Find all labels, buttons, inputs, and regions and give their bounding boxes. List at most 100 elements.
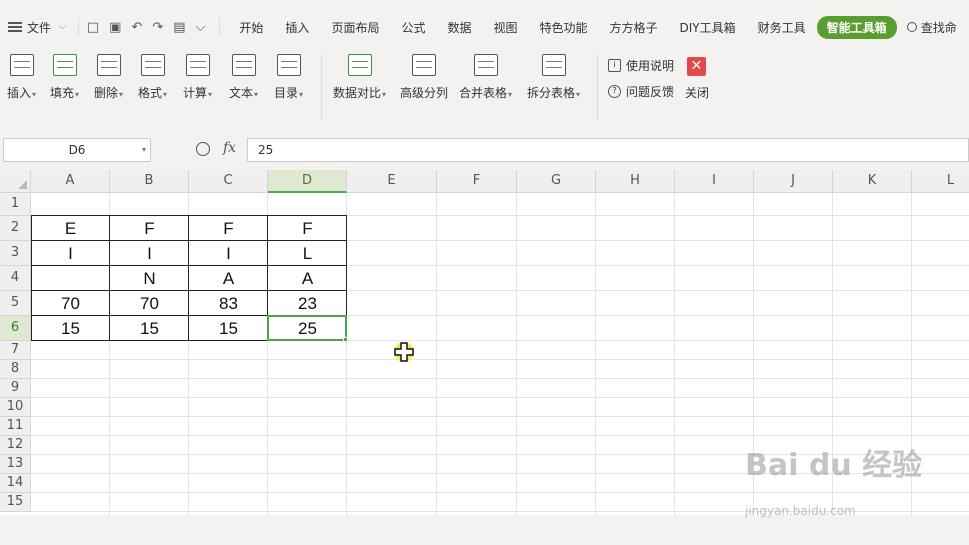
cell-A4[interactable] xyxy=(31,266,110,291)
ribbon-button-4[interactable]: 计算▾ xyxy=(183,54,212,101)
ribbon-button-1[interactable]: 填充▾ xyxy=(50,54,79,101)
formula-input[interactable]: 25 xyxy=(247,138,969,162)
row-header-10[interactable]: 10 xyxy=(0,398,31,417)
row-header-2[interactable]: 2 xyxy=(0,216,31,241)
zoom-icon[interactable] xyxy=(196,142,210,156)
cell-A6[interactable]: 15 xyxy=(31,316,110,341)
column-header-L[interactable]: L xyxy=(912,170,969,193)
fill-handle[interactable] xyxy=(343,337,348,342)
row-header-14[interactable]: 14 xyxy=(0,474,31,493)
ribbon-button-6[interactable]: 目录▾ xyxy=(274,54,303,101)
column-header-A[interactable]: A xyxy=(31,170,110,193)
cell-B6[interactable]: 15 xyxy=(110,316,189,341)
grid-line xyxy=(31,435,969,436)
tab-8[interactable]: DIY工具箱 xyxy=(669,19,747,36)
cell-D2[interactable]: F xyxy=(268,216,347,241)
cell-D4[interactable]: A xyxy=(268,266,347,291)
column-header-F[interactable]: F xyxy=(437,170,517,193)
hamburger-icon[interactable] xyxy=(8,22,22,32)
ribbon-button-8[interactable]: 高级分列 xyxy=(400,54,448,101)
column-header-C[interactable]: C xyxy=(189,170,268,193)
fx-icon[interactable]: fx xyxy=(223,140,236,156)
ribbon-button-10[interactable]: 拆分表格▾ xyxy=(527,54,580,101)
cell-D3[interactable]: L xyxy=(268,241,347,266)
column-header-E[interactable]: E xyxy=(347,170,437,193)
active-cell-border[interactable] xyxy=(267,315,347,341)
cell-C1[interactable] xyxy=(189,193,268,216)
cell-C5[interactable]: 83 xyxy=(189,291,268,316)
tab-4[interactable]: 数据 xyxy=(436,19,482,36)
cell-D1[interactable] xyxy=(268,193,347,216)
undo-icon[interactable]: ↶ xyxy=(131,20,142,35)
tab-7[interactable]: 方方格子 xyxy=(599,19,669,36)
tab-9[interactable]: 财务工具 xyxy=(747,19,817,36)
name-box[interactable]: D6 ▾ xyxy=(3,138,151,162)
save-icon[interactable]: ▣ xyxy=(109,20,121,35)
column-header-I[interactable]: I xyxy=(675,170,754,193)
column-header-K[interactable]: K xyxy=(833,170,912,193)
file-menu-label[interactable]: 文件 xyxy=(27,19,51,36)
cell-B2[interactable]: F xyxy=(110,216,189,241)
row-header-11[interactable]: 11 xyxy=(0,417,31,436)
column-header-G[interactable]: G xyxy=(517,170,596,193)
chevron-down-icon[interactable]: ⌵ xyxy=(59,22,66,32)
ribbon-button-2[interactable]: 删除▾ xyxy=(94,54,123,101)
tab-5[interactable]: 视图 xyxy=(482,19,528,36)
row-header-8[interactable]: 8 xyxy=(0,360,31,379)
search-command[interactable]: 查找命 xyxy=(906,19,957,36)
tab-1[interactable]: 插入 xyxy=(274,19,320,36)
row-header-6[interactable]: 6 xyxy=(0,316,31,341)
row-header-7[interactable]: 7 xyxy=(0,341,31,360)
column-header-B[interactable]: B xyxy=(110,170,189,193)
chevron-down-icon[interactable]: ▾ xyxy=(142,139,146,161)
row-header-9[interactable]: 9 xyxy=(0,379,31,398)
cell-D5[interactable]: 23 xyxy=(268,291,347,316)
cell-C4[interactable]: A xyxy=(189,266,268,291)
new-file-icon[interactable]: □ xyxy=(87,20,99,35)
cell-A1[interactable] xyxy=(31,193,110,216)
cell-C2[interactable]: F xyxy=(189,216,268,241)
cell-B4[interactable]: N xyxy=(110,266,189,291)
file-menu[interactable]: 文件 ⌵ xyxy=(0,19,70,36)
tab-3[interactable]: 公式 xyxy=(390,19,436,36)
redo-icon[interactable]: ↷ xyxy=(152,20,163,35)
cell-A5[interactable]: 70 xyxy=(31,291,110,316)
row-header-13[interactable]: 13 xyxy=(0,455,31,474)
tab-10[interactable]: 智能工具箱 xyxy=(816,15,897,39)
table-border xyxy=(31,290,347,291)
cell-A3[interactable]: I xyxy=(31,241,110,266)
ribbon-button-3[interactable]: 格式▾ xyxy=(138,54,167,101)
help-button[interactable]: i 使用说明 xyxy=(608,57,674,74)
ribbon-button-5[interactable]: 文本▾ xyxy=(229,54,258,101)
cell-B3[interactable]: I xyxy=(110,241,189,266)
row-header-15[interactable]: 15 xyxy=(0,493,31,512)
tab-6[interactable]: 特色功能 xyxy=(529,19,599,36)
customize-chevron-icon[interactable]: ⌵ xyxy=(196,20,206,35)
print-icon[interactable]: ▤ xyxy=(173,20,185,35)
close-icon[interactable]: ✕ xyxy=(687,57,706,76)
ribbon-button-9[interactable]: 合并表格▾ xyxy=(459,54,512,101)
row-header-3[interactable]: 3 xyxy=(0,241,31,266)
ribbon-button-0[interactable]: 插入▾ xyxy=(7,54,36,101)
cell-C6[interactable]: 15 xyxy=(189,316,268,341)
cell-A2[interactable]: E xyxy=(31,216,110,241)
column-header-J[interactable]: J xyxy=(754,170,833,193)
close-label[interactable]: 关闭 xyxy=(685,84,709,101)
cell-C3[interactable]: I xyxy=(189,241,268,266)
row-header-4[interactable]: 4 xyxy=(0,266,31,291)
cell-B1[interactable] xyxy=(110,193,189,216)
ribbon-button-7[interactable]: 数据对比▾ xyxy=(333,54,386,101)
select-all-corner[interactable] xyxy=(0,170,31,193)
insert-icon xyxy=(9,54,34,76)
feedback-button[interactable]: ? 问题反馈 xyxy=(608,83,674,100)
row-header-5[interactable]: 5 xyxy=(0,291,31,316)
dropdown-caret-icon: ▾ xyxy=(208,90,213,99)
cell-B5[interactable]: 70 xyxy=(110,291,189,316)
row-header-1[interactable]: 1 xyxy=(0,193,31,216)
watermark-url: jingyan.baidu.com xyxy=(745,504,856,518)
column-header-H[interactable]: H xyxy=(596,170,675,193)
row-header-12[interactable]: 12 xyxy=(0,436,31,455)
column-header-D[interactable]: D xyxy=(268,170,347,193)
tab-0[interactable]: 开始 xyxy=(228,19,274,36)
tab-2[interactable]: 页面布局 xyxy=(320,19,390,36)
